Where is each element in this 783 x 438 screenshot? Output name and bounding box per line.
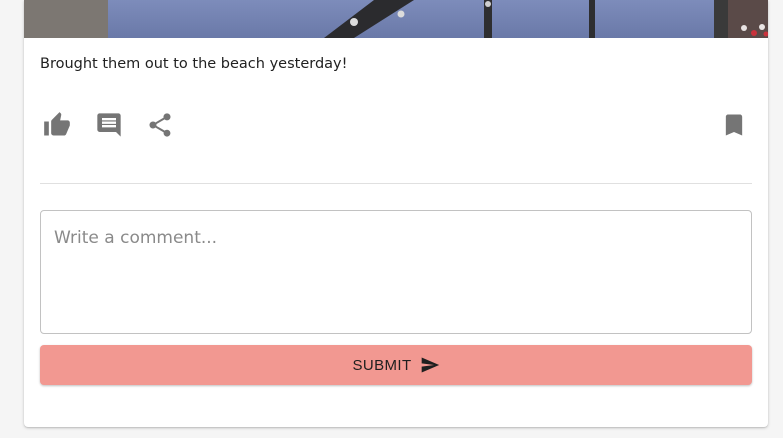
submit-label: SUBMIT: [352, 356, 412, 374]
submit-button[interactable]: SUBMIT: [40, 345, 752, 385]
divider: [40, 183, 752, 184]
thumb-up-icon: [44, 112, 70, 136]
comment-icon: [97, 113, 121, 137]
share-button[interactable]: [145, 110, 175, 140]
post-photo[interactable]: [24, 0, 768, 38]
bookmark-icon: [725, 114, 743, 136]
bookmark-button[interactable]: [719, 110, 749, 140]
comment-input[interactable]: [40, 210, 752, 334]
post-card: Brought them out to the beach yesterday!…: [24, 0, 768, 427]
like-button[interactable]: [42, 110, 72, 140]
share-icon: [149, 113, 171, 137]
comment-button[interactable]: [94, 110, 124, 140]
send-icon: [421, 357, 439, 373]
post-actions: [24, 110, 768, 140]
post-photo-image: [24, 0, 768, 38]
post-caption: Brought them out to the beach yesterday!: [40, 56, 348, 72]
